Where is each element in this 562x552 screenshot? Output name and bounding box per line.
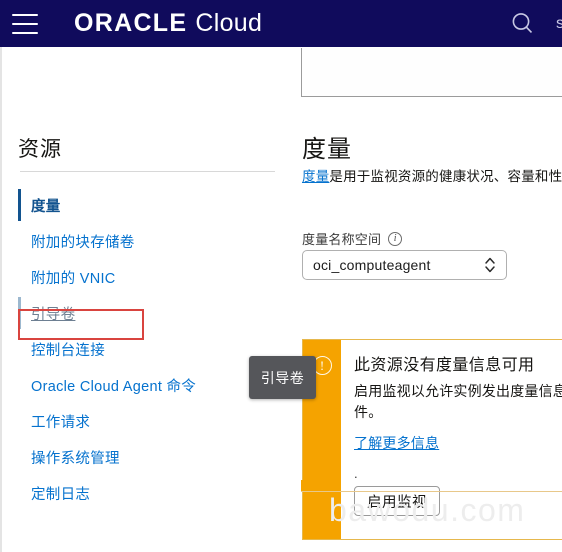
sidebar-item-os-management[interactable]: 操作系统管理 (18, 439, 288, 475)
sidebar-title: 资源 (18, 138, 62, 161)
hamburger-line (12, 22, 38, 25)
brand-oracle-text: ORACLE (74, 9, 188, 37)
active-indicator-bar (18, 225, 21, 257)
sidebar-divider (20, 171, 275, 172)
sidebar-item-label: 附加的块存储卷 (31, 234, 135, 251)
sidebar-item-label: 附加的 VNIC (31, 270, 116, 287)
page-description: 度量是用于监视资源的健康状况、容量和性 (302, 165, 562, 185)
brand-cloud-text: Cloud (195, 9, 263, 37)
sidebar-item-label: Oracle Cloud Agent 命令 (31, 378, 197, 395)
active-indicator-bar (18, 405, 21, 437)
sidebar-item-label: 工作请求 (31, 414, 91, 431)
page-title: 度量 (302, 136, 352, 163)
namespace-label-text: 度量名称空间 (302, 232, 382, 247)
content-top-card (301, 48, 562, 97)
hamburger-menu-icon[interactable] (12, 13, 38, 34)
hamburger-line (12, 13, 38, 16)
sidebar-item-console-connection[interactable]: 控制台连接 (18, 331, 288, 367)
alert-description: 启用监视以允许实例发出度量信息 软件。 (354, 383, 562, 420)
sidebar-item-label: 控制台连接 (31, 342, 105, 359)
active-indicator-bar (18, 297, 21, 329)
active-indicator-bar (18, 189, 21, 221)
no-metrics-alert: ! 此资源没有度量信息可用 启用监视以允许实例发出度量信息 软件。 了解更多信息… (302, 339, 562, 540)
resources-sidebar: 资源 度量 附加的块存储卷 附加的 VNIC 引导卷 控制台连接 Oracle … (0, 47, 291, 552)
sidebar-item-oracle-cloud-agent[interactable]: Oracle Cloud Agent 命令 (18, 367, 288, 403)
sidebar-item-boot-volume[interactable]: 引导卷 (18, 295, 288, 331)
namespace-select[interactable]: oci_computeagent (302, 250, 507, 280)
active-indicator-bar (18, 477, 21, 509)
sidebar-item-label: 引导卷 (31, 306, 76, 323)
page-description-text: 是用于监视资源的健康状况、容量和性 (329, 169, 562, 184)
alert-body: 此资源没有度量信息可用 启用监视以允许实例发出度量信息 软件。 了解更多信息 .… (341, 340, 562, 539)
active-indicator-bar (18, 369, 21, 401)
user-menu-label[interactable]: s (556, 15, 562, 33)
sidebar-item-attached-vnics[interactable]: 附加的 VNIC (18, 259, 288, 295)
metrics-doc-link[interactable]: 度量 (302, 169, 329, 184)
topbar-right-cluster: s (508, 0, 562, 47)
sidebar-item-metrics[interactable]: 度量 (18, 187, 288, 223)
sidebar-nav-list: 度量 附加的块存储卷 附加的 VNIC 引导卷 控制台连接 Oracle Clo… (18, 187, 288, 511)
namespace-selected-value: oci_computeagent (313, 257, 431, 273)
alert-title: 此资源没有度量信息可用 (354, 357, 535, 374)
oracle-cloud-logo[interactable]: ORACLE Cloud (74, 9, 262, 38)
active-indicator-bar (18, 261, 21, 293)
chevron-up-down-icon (484, 256, 496, 274)
sidebar-item-label: 度量 (31, 198, 61, 215)
sidebar-item-custom-logs[interactable]: 定制日志 (18, 475, 288, 511)
active-indicator-bar (18, 333, 21, 365)
alert-trailing-dot: . (354, 466, 358, 481)
main-content-panel: 度量 度量是用于监视资源的健康状况、容量和性 度量名称空间 i oci_comp… (291, 47, 562, 552)
namespace-field-label: 度量名称空间 i (302, 229, 403, 248)
top-navigation-bar: ORACLE Cloud s (0, 0, 562, 47)
tooltip: 引导卷 (249, 356, 316, 399)
sidebar-item-work-requests[interactable]: 工作请求 (18, 403, 288, 439)
info-icon[interactable]: i (388, 231, 403, 246)
sidebar-item-label: 定制日志 (31, 486, 91, 503)
active-indicator-bar (18, 441, 21, 473)
search-icon[interactable] (508, 9, 538, 39)
sidebar-item-label: 操作系统管理 (31, 450, 120, 467)
learn-more-link[interactable]: 了解更多信息 (354, 433, 439, 453)
sidebar-item-attached-block-volumes[interactable]: 附加的块存储卷 (18, 223, 288, 259)
content-bottom-border (301, 491, 562, 492)
hamburger-line (12, 31, 38, 34)
tooltip-label: 引导卷 (260, 369, 305, 386)
